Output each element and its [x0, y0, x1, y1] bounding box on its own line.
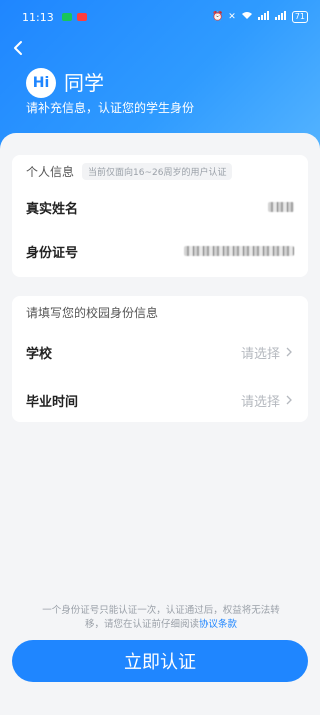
footer-note-text: 一个身份证号只能认证一次，认证通过后，权益将无法转移，请您在认证前仔细阅读 — [42, 605, 280, 630]
school-placeholder: 请选择 — [240, 346, 280, 362]
masked-id-number — [184, 246, 294, 256]
hi-badge: Hi — [26, 68, 56, 98]
page-subtitle: 请补充信息，认证您的学生身份 — [26, 101, 195, 115]
agreement-link[interactable]: 协议条款 — [199, 619, 237, 630]
masked-name — [268, 202, 294, 212]
status-time: 11:13 — [22, 10, 54, 24]
personal-info-header: 个人信息 当前仅面向16~26周岁的用户认证 — [26, 163, 233, 180]
footer-note: 一个身份证号只能认证一次，认证通过后，权益将无法转移，请您在认证前仔细阅读协议条… — [36, 604, 286, 632]
school-label: 学校 — [26, 346, 53, 362]
graduation-time-row[interactable]: 毕业时间 请选择 — [26, 378, 294, 422]
status-bar: 11:13 ⏰ ✕ 71 — [0, 0, 320, 34]
campus-info-header: 请填写您的校园身份信息 — [26, 304, 158, 321]
id-number-row[interactable]: 身份证号 — [26, 229, 294, 273]
battery-icon: 71 — [291, 11, 308, 23]
id-number-label: 身份证号 — [26, 245, 79, 261]
id-number-value[interactable] — [184, 246, 294, 256]
graduation-time-select[interactable]: 请选择 — [241, 391, 294, 410]
signal-icon-2 — [274, 11, 287, 23]
chevron-right-icon — [286, 347, 292, 357]
app-notification-icon — [76, 13, 87, 21]
status-icons: ⏰ ✕ 71 — [212, 11, 308, 23]
mute-icon: ✕ — [228, 12, 236, 22]
real-name-label: 真实姓名 — [26, 201, 79, 217]
submit-verify-button[interactable]: 立即认证 — [12, 640, 308, 682]
back-button[interactable] — [8, 38, 28, 58]
wechat-notification-icon — [61, 13, 72, 21]
personal-info-card: 个人信息 当前仅面向16~26周岁的用户认证 真实姓名 身份证号 — [12, 155, 308, 277]
graduation-time-placeholder: 请选择 — [240, 394, 280, 410]
real-name-row[interactable]: 真实姓名 — [26, 185, 294, 229]
page-title: 同学 — [64, 71, 104, 95]
real-name-value[interactable] — [268, 202, 294, 212]
campus-info-card: 请填写您的校园身份信息 学校 请选择 毕业时间 请选择 — [12, 296, 308, 422]
graduation-time-label: 毕业时间 — [26, 394, 79, 410]
personal-info-title: 个人信息 — [26, 165, 75, 179]
age-restriction-tag: 当前仅面向16~26周岁的用户认证 — [82, 163, 233, 180]
campus-info-title: 请填写您的校园身份信息 — [26, 306, 159, 320]
signal-icon — [257, 11, 270, 23]
chevron-left-icon — [14, 41, 22, 55]
school-row[interactable]: 学校 请选择 — [26, 330, 294, 374]
wifi-icon — [241, 11, 253, 23]
chevron-right-icon — [286, 395, 292, 405]
alarm-icon: ⏰ — [212, 12, 224, 22]
school-select[interactable]: 请选择 — [241, 343, 294, 362]
